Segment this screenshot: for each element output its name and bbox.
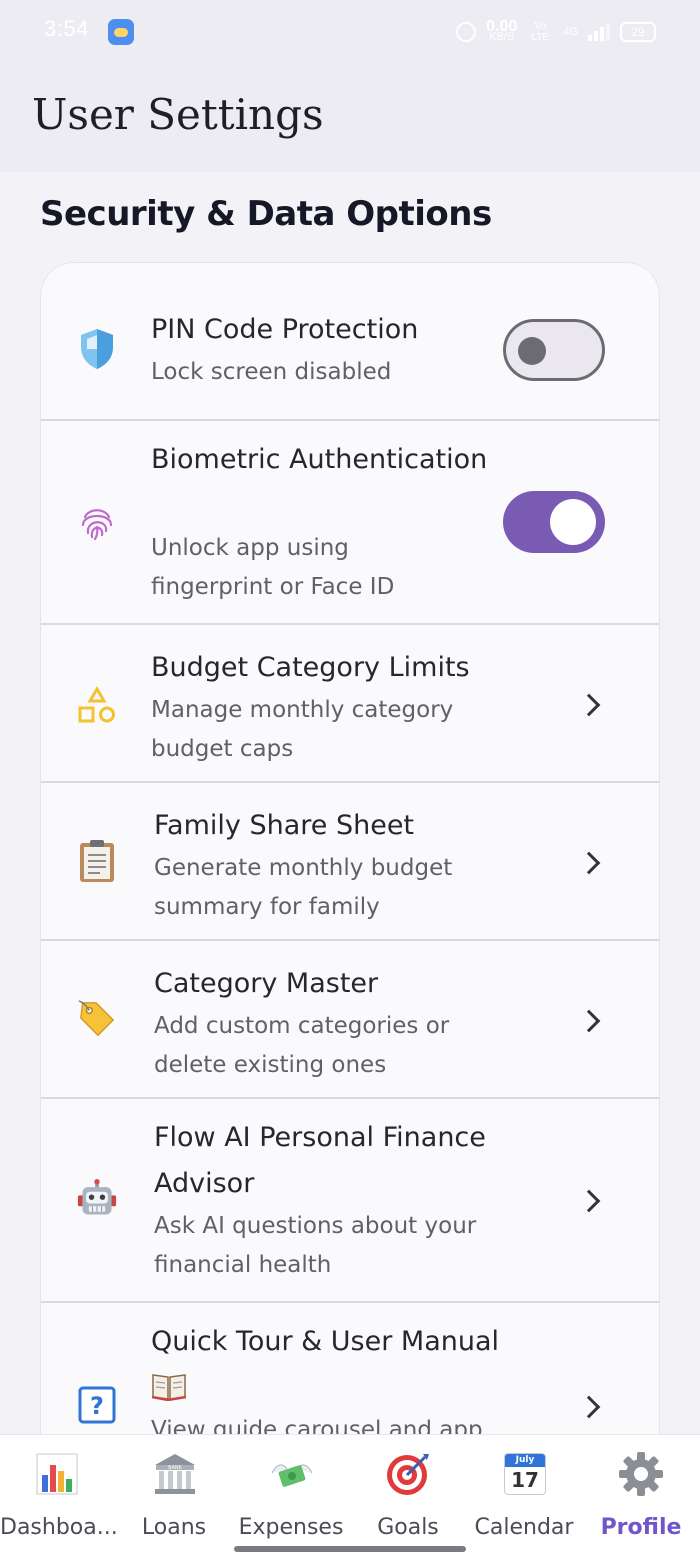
signal-icon	[588, 23, 610, 41]
page-title: User Settings	[32, 90, 324, 139]
gear-icon	[618, 1451, 664, 1497]
nav-label: Goals	[377, 1515, 439, 1540]
tag-icon	[77, 999, 117, 1039]
setting-ai-advisor[interactable]: Flow AI Personal Finance Advisor Ask AI …	[41, 1099, 659, 1303]
toggle-knob	[550, 499, 596, 545]
network-speed: 0.00 KB/S	[486, 19, 517, 43]
battery-icon: 29	[620, 22, 656, 42]
chevron-right-icon	[577, 851, 601, 875]
robot-icon	[77, 1179, 117, 1219]
setting-subtitle: Manage monthly category budget caps	[151, 697, 454, 762]
setting-family-share[interactable]: Family Share Sheet Generate monthly budg…	[41, 783, 659, 941]
calendar-icon: July 17	[502, 1451, 548, 1497]
help-icon: ?	[77, 1385, 117, 1425]
bar-chart-icon	[34, 1451, 80, 1497]
chevron-right-icon	[577, 1395, 601, 1419]
setting-title: Category Master	[154, 968, 379, 999]
chevron-right-icon	[577, 1009, 601, 1033]
svg-text:BANK: BANK	[168, 1465, 183, 1471]
setting-budget-limits[interactable]: Budget Category Limits Manage monthly ca…	[41, 625, 659, 783]
weather-icon	[108, 19, 134, 45]
bottom-nav: Dashboa... BANK Loans Expenses Goals Jul…	[0, 1434, 700, 1556]
nav-profile[interactable]: Profile	[583, 1435, 699, 1556]
nav-label: Dashboa...	[0, 1515, 116, 1540]
setting-subtitle: Lock screen disabled	[151, 359, 392, 385]
settings-card: PIN Code Protection Lock screen disabled…	[40, 262, 660, 1442]
nav-dashboard[interactable]: Dashboa...	[0, 1435, 116, 1556]
nav-label: Profile	[600, 1515, 682, 1540]
setting-subtitle: Add custom categories or delete existing…	[154, 1013, 450, 1078]
chevron-right-icon	[577, 693, 601, 717]
nav-calendar[interactable]: July 17 Calendar	[466, 1435, 582, 1556]
alarm-icon	[456, 22, 477, 42]
nav-loans[interactable]: BANK Loans	[116, 1435, 232, 1556]
app-header: 3:54 0.00 KB/S Vo LTE 4G 29 User Setting…	[0, 0, 700, 172]
status-time: 3:54	[44, 16, 89, 41]
setting-title: Biometric Authentication	[151, 444, 488, 475]
network-type: 4G	[563, 26, 578, 38]
nav-label: Loans	[141, 1515, 207, 1540]
nav-label: Expenses	[238, 1515, 344, 1540]
toggle-knob	[518, 337, 546, 365]
home-indicator[interactable]	[234, 1546, 466, 1552]
status-indicators: 0.00 KB/S Vo LTE 4G 29	[456, 18, 656, 46]
setting-title: Quick Tour & User Manual	[151, 1326, 500, 1357]
target-icon	[385, 1451, 431, 1497]
shapes-icon	[77, 685, 117, 725]
setting-title: Budget Category Limits	[151, 652, 470, 683]
setting-title: Flow AI Personal Finance Advisor	[154, 1122, 486, 1199]
biometric-toggle[interactable]	[503, 491, 605, 553]
svg-text:?: ?	[90, 1392, 104, 1420]
calendar-month: July	[505, 1454, 545, 1467]
calendar-day: 17	[511, 1468, 539, 1492]
clipboard-icon	[77, 840, 117, 882]
status-bar: 3:54 0.00 KB/S Vo LTE 4G 29	[0, 0, 700, 64]
setting-biometric[interactable]: Biometric Authentication Unlock app usin…	[41, 421, 659, 625]
network-speed-unit: KB/S	[489, 31, 515, 43]
pin-code-toggle[interactable]	[503, 319, 605, 381]
setting-title: Family Share Sheet	[154, 810, 415, 841]
money-wings-icon	[269, 1451, 315, 1497]
book-icon	[151, 1371, 187, 1402]
bank-icon: BANK	[152, 1451, 198, 1497]
setting-quick-tour[interactable]: ? Quick Tour & User Manual View guide ca…	[41, 1303, 659, 1442]
nav-label: Calendar	[474, 1515, 574, 1540]
setting-subtitle: Ask AI questions about your financial he…	[154, 1213, 477, 1278]
shield-icon	[77, 329, 117, 369]
setting-title: PIN Code Protection	[151, 314, 419, 345]
volte-indicator: Vo LTE	[531, 21, 550, 43]
chevron-right-icon	[577, 1189, 601, 1213]
nav-goals[interactable]: Goals	[350, 1435, 466, 1556]
fingerprint-icon	[77, 503, 117, 543]
nav-expenses[interactable]: Expenses	[233, 1435, 349, 1556]
setting-subtitle: Generate monthly budget summary for fami…	[154, 855, 453, 920]
setting-pin-code[interactable]: PIN Code Protection Lock screen disabled	[41, 263, 659, 421]
setting-category-master[interactable]: Category Master Add custom categories or…	[41, 941, 659, 1099]
section-title: Security & Data Options	[40, 194, 492, 234]
setting-subtitle: Unlock app using fingerprint or Face ID	[151, 535, 395, 600]
